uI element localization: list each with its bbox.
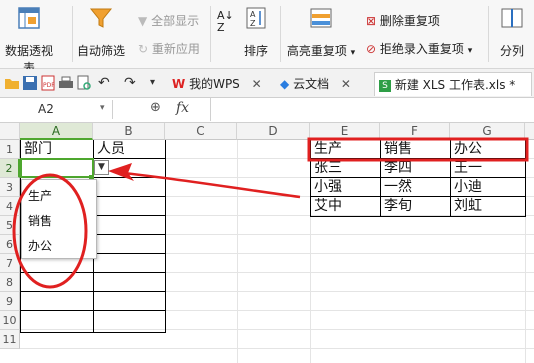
remove-duplicates-icon: ⊠ [366,14,377,28]
svg-text:A: A [250,10,256,19]
chevron-down-icon[interactable]: ▾ [100,103,105,113]
tab-label: 云文档 [293,77,330,91]
split-columns-icon [499,6,525,30]
tab-label: 新建 XLS 工作表.xls * [394,78,516,92]
annotation-arrow-head [108,163,134,181]
name-box-value: A2 [38,102,54,116]
spreadsheet-grid[interactable]: A B C D E F G 1 2 3 4 5 6 7 8 9 10 11 部门… [0,123,534,363]
tab-cloud-docs[interactable]: ◆ 云文档 ✕ [280,72,368,96]
sort-icon: AZ [243,6,269,30]
export-pdf-icon[interactable]: PDF [40,75,56,91]
spreadsheet-icon: S [379,79,391,92]
sort-button[interactable]: AZ 排序 [238,0,274,66]
svg-text:PDF: PDF [43,82,55,89]
reapply-button[interactable]: ↻ 重新应用 [138,40,200,57]
ribbon-divider [210,6,211,62]
tab-workbook[interactable]: S 新建 XLS 工作表.xls * [374,72,532,96]
tab-label: 我的WPS [189,77,240,91]
ribbon-divider [488,6,489,62]
remove-duplicates-label: 删除重复项 [379,14,440,28]
chevron-down-icon: ▾ [350,48,356,58]
formula-bar: A2 ▾ ⊕ fx [0,98,534,123]
print-preview-icon[interactable] [76,75,92,91]
split-columns-label: 分列 [499,44,524,58]
sort-ascending-icon[interactable]: A↓ Z [217,10,234,34]
auto-filter-label: 自动筛选 [76,44,125,58]
ribbon-divider [72,6,73,62]
svg-text:Z: Z [250,19,256,28]
undo-icon[interactable]: ↶ [98,75,114,91]
remove-duplicates-button[interactable]: ⊠ 删除重复项 [366,12,440,29]
sort-label: 排序 [243,44,268,58]
highlight-duplicates-button[interactable]: 高亮重复项 ▾ [284,0,358,66]
reapply-icon: ↻ [138,42,149,56]
filter-icon [88,6,114,30]
annotation-arrow-line [123,171,301,199]
annotation-overlay [12,137,529,289]
show-all-button[interactable]: ▼ 全部显示 [138,12,199,29]
auto-filter-button[interactable]: 自动筛选 [76,0,126,66]
show-all-icon: ▼ [138,14,148,28]
name-box[interactable]: A2 ▾ [0,100,113,119]
save-icon[interactable] [22,75,38,91]
redo-icon[interactable]: ↷ [124,75,140,91]
pivot-table-icon [16,6,42,30]
close-icon[interactable]: ✕ [252,77,262,91]
pivot-table-button[interactable]: 数据透视表 [0,0,58,75]
annotation-circle [12,173,88,289]
print-icon[interactable] [58,75,74,91]
reject-duplicates-button[interactable]: ⊘ 拒绝录入重复项 ▾ [366,40,472,57]
annotation-rectangle [307,137,529,162]
cloud-icon: ◆ [280,77,290,91]
reject-duplicates-label: 拒绝录入重复项 [379,42,464,56]
highlight-duplicates-icon [308,6,334,30]
close-icon[interactable]: ✕ [341,77,351,91]
customize-toolbar-icon[interactable]: ▾ [150,75,166,91]
show-all-label: 全部显示 [151,14,200,28]
split-columns-button[interactable]: 分列 [492,0,532,66]
ribbon-divider [280,6,281,62]
wps-logo-icon: W [172,77,186,91]
tab-my-wps[interactable]: W 我的WPS ✕ [172,72,270,96]
reject-duplicates-icon: ⊘ [366,42,377,56]
open-folder-icon[interactable] [4,75,20,91]
formula-input[interactable] [210,98,534,121]
zoom-search-icon[interactable]: ⊕ [150,100,161,115]
tab-bar: PDF ↶ ↷ ▾ W 我的WPS ✕ ◆ 云文档 ✕ S 新建 XLS 工作表… [0,69,534,98]
chevron-down-icon: ▾ [467,46,473,56]
ribbon-toolbar: 数据透视表 自动筛选 ▼ 全部显示 ↻ 重新应用 A↓ Z AZ 排序 高亮重复项… [0,0,534,75]
insert-function-button[interactable]: fx [176,100,189,116]
reapply-label: 重新应用 [151,42,200,56]
highlight-duplicates-label: 高亮重复项 ▾ [286,44,356,58]
